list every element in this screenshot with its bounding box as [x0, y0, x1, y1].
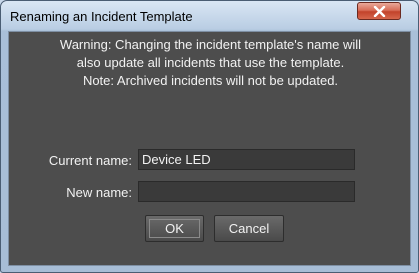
title-bar[interactable]: Renaming an Incident Template: [1, 1, 418, 31]
cancel-button[interactable]: Cancel: [214, 215, 284, 242]
close-icon: [373, 6, 386, 17]
warning-line: also update all incidents that use the t…: [76, 55, 345, 70]
current-name-label: Current name:: [48, 153, 132, 168]
dialog-window: Renaming an Incident Template Warning: C…: [0, 0, 419, 273]
close-button[interactable]: [357, 2, 401, 20]
current-name-field[interactable]: [138, 149, 355, 170]
new-name-field[interactable]: [138, 181, 355, 202]
dialog-body: Warning: Changing the incident template'…: [8, 31, 411, 266]
warning-line: Warning: Changing the incident template'…: [59, 37, 362, 52]
note-line: Note: Archived incidents will not be upd…: [82, 73, 339, 88]
ok-button-label: OK: [165, 221, 184, 236]
ok-button[interactable]: OK: [145, 215, 204, 242]
warning-message: Warning: Changing the incident template'…: [15, 36, 406, 90]
window-title: Renaming an Incident Template: [10, 9, 193, 24]
cancel-button-label: Cancel: [228, 221, 270, 236]
new-name-label: New name:: [66, 185, 132, 200]
